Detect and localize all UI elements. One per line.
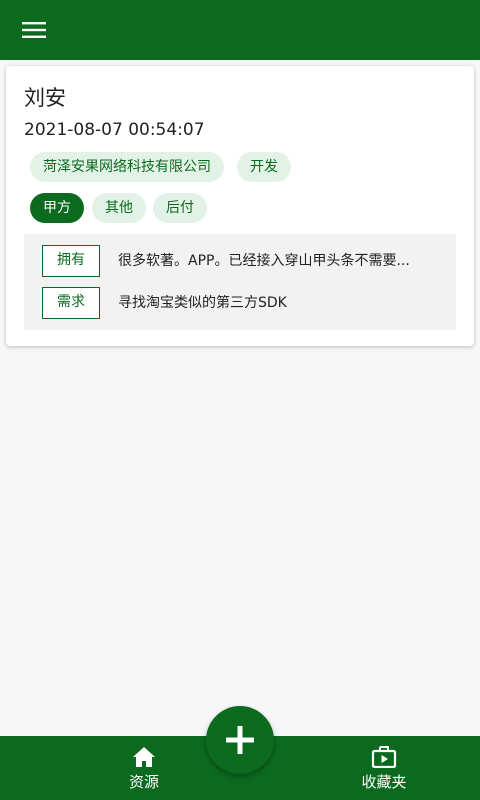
category-tag: 开发 xyxy=(237,152,291,182)
contact-name: 刘安 xyxy=(24,86,66,110)
resource-card[interactable]: 刘安 2021-08-07 00:54:07 菏泽安果网络科技有限公司 开发 甲… xyxy=(6,66,474,346)
menu-icon xyxy=(22,22,46,38)
role-tag: 甲方 xyxy=(30,193,84,223)
nav-label-resources: 资源 xyxy=(128,773,159,791)
payment-tag: 后付 xyxy=(153,193,207,223)
add-button[interactable] xyxy=(206,706,274,774)
need-label: 需求 xyxy=(42,287,100,319)
nav-item-favorites[interactable]: 收藏夹 xyxy=(324,736,444,800)
company-tag: 菏泽安果网络科技有限公司 xyxy=(30,152,224,182)
video-folder-icon xyxy=(371,746,397,768)
need-text: 寻找淘宝类似的第三方SDK xyxy=(118,295,287,311)
menu-button[interactable] xyxy=(14,12,54,48)
plus-icon xyxy=(226,726,254,754)
info-box: 拥有 很多软著。APP。已经接入穿山甲头条不需要... 需求 寻找淘宝类似的第三… xyxy=(24,234,456,330)
nav-label-favorites: 收藏夹 xyxy=(361,773,407,791)
home-icon xyxy=(133,747,155,767)
have-row: 拥有 很多软著。APP。已经接入穿山甲头条不需要... xyxy=(24,245,456,277)
have-label: 拥有 xyxy=(42,245,100,277)
nav-item-resources[interactable]: 资源 xyxy=(84,736,204,800)
post-datetime: 2021-08-07 00:54:07 xyxy=(24,120,205,140)
type-tag: 其他 xyxy=(92,193,146,223)
app-bar xyxy=(0,0,480,60)
have-text: 很多软著。APP。已经接入穿山甲头条不需要... xyxy=(118,253,410,269)
need-row: 需求 寻找淘宝类似的第三方SDK xyxy=(24,287,456,319)
